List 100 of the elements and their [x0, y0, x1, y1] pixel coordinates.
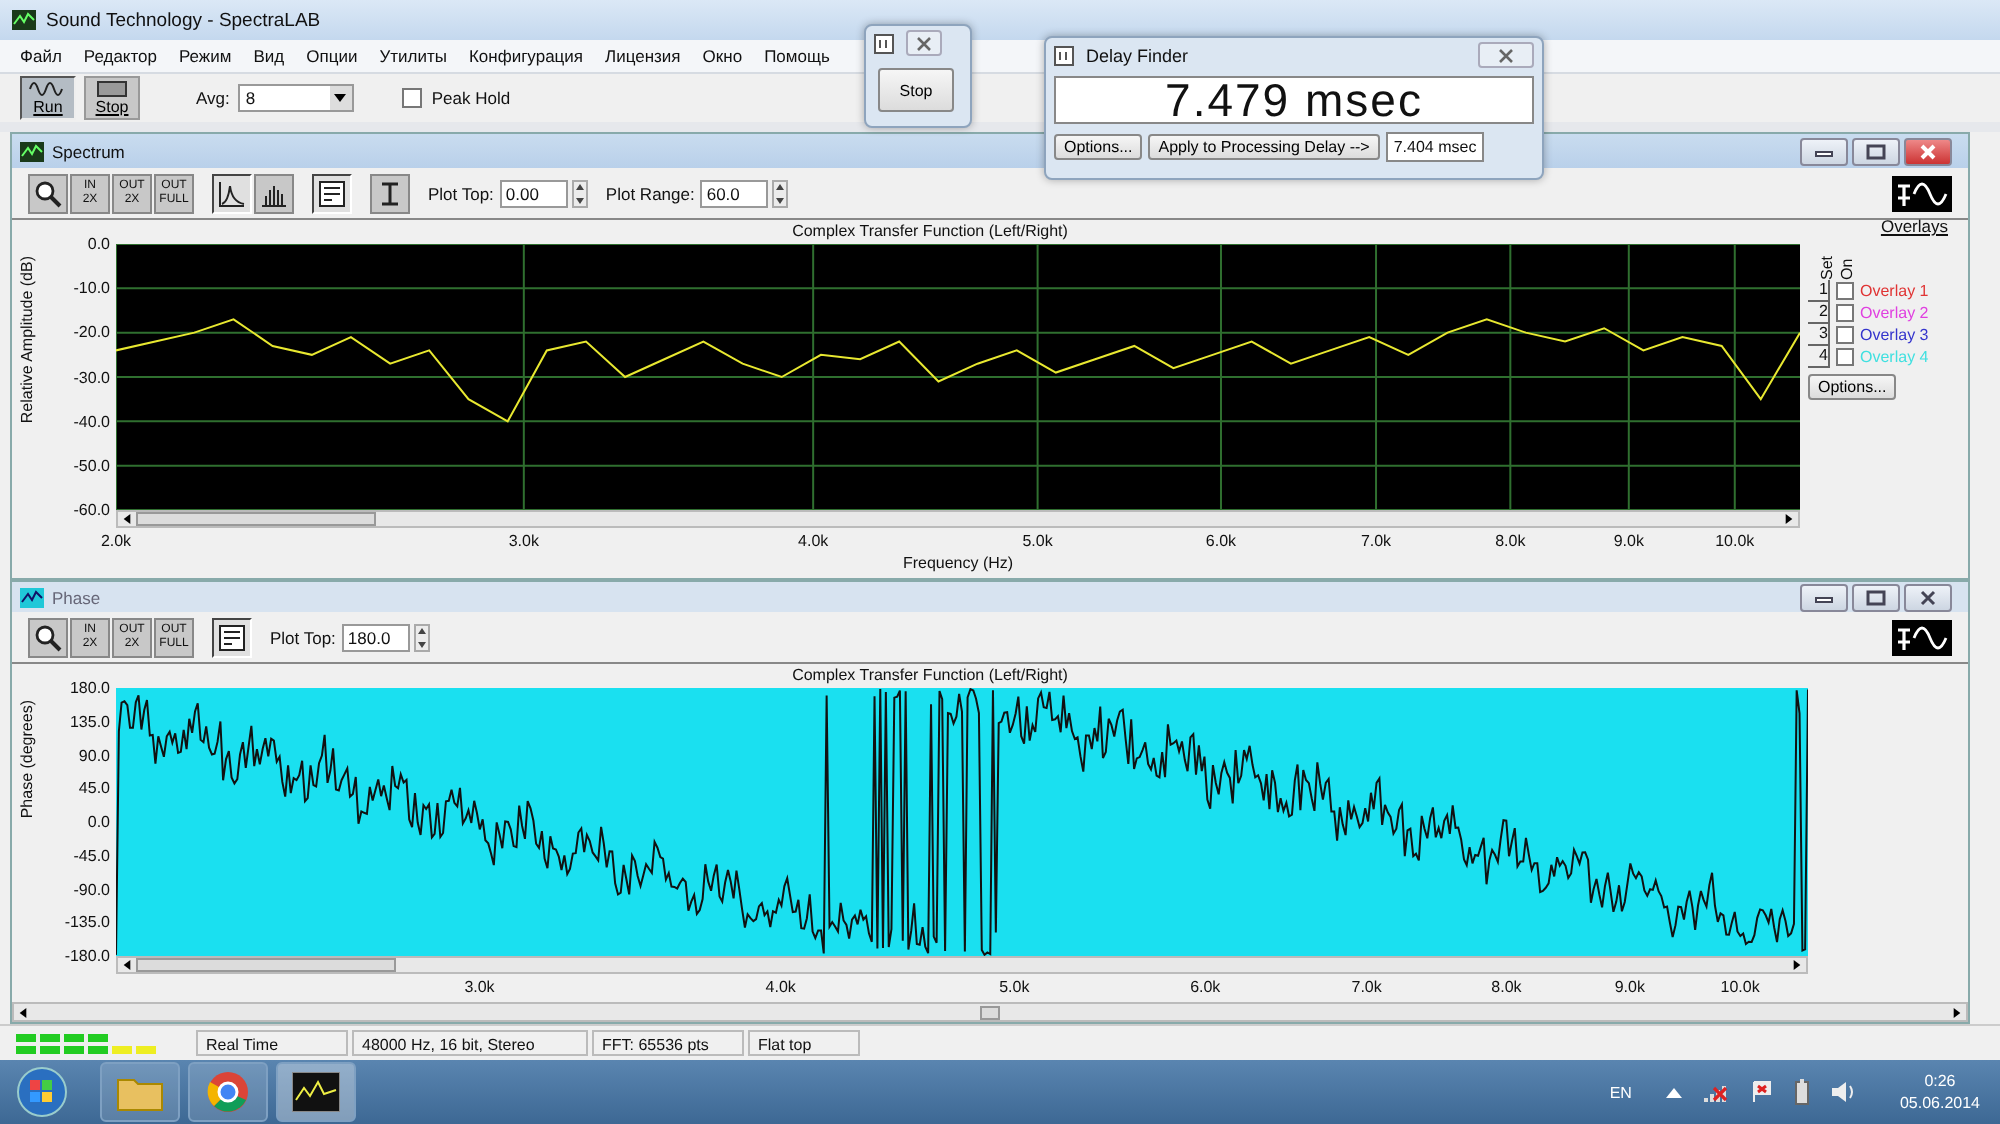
tick-label: -30.0 — [73, 368, 110, 386]
minimize-icon — [1814, 591, 1834, 603]
menu-item[interactable]: Окно — [702, 46, 743, 66]
spinner-icon[interactable] — [413, 623, 430, 651]
horizontal-scrollbar[interactable] — [12, 1002, 1968, 1022]
stop-button[interactable]: Stop — [84, 76, 140, 120]
scroll-left-icon[interactable] — [18, 1007, 28, 1017]
start-button[interactable] — [12, 1062, 72, 1122]
overlay-set-button[interactable]: 4 — [1808, 346, 1830, 368]
menu-item[interactable]: Режим — [179, 46, 232, 66]
overlay-checkbox[interactable] — [1836, 326, 1854, 344]
panel-icon[interactable] — [312, 173, 352, 213]
tick-label: 8.0k — [1495, 532, 1526, 550]
scroll-thumb[interactable] — [980, 1005, 1000, 1019]
minimize-button[interactable] — [1800, 137, 1848, 165]
close-icon[interactable] — [1478, 42, 1534, 68]
scroll-left-icon[interactable] — [122, 960, 132, 970]
status-field: 48000 Hz, 16 bit, Stereo — [352, 1030, 588, 1056]
overlay-label: Overlay 3 — [1860, 326, 1929, 344]
plot-scrollbar[interactable] — [116, 956, 1808, 974]
scroll-right-icon[interactable] — [1792, 960, 1802, 970]
line-graph-icon[interactable] — [212, 173, 252, 213]
scroll-right-icon[interactable] — [1784, 514, 1794, 524]
close-icon[interactable] — [906, 30, 942, 56]
tick-label: 6.0k — [1205, 532, 1237, 550]
delay-finder-title: Delay Finder — [1086, 45, 1189, 65]
flag-icon[interactable] — [1749, 1080, 1774, 1104]
plot-top-label: Plot Top: — [428, 183, 494, 203]
avg-dropdown[interactable]: 8 — [237, 84, 354, 112]
chevron-up-icon[interactable] — [1665, 1086, 1682, 1098]
panel-icon[interactable] — [212, 617, 252, 657]
menu-item[interactable]: Лицензия — [605, 46, 681, 66]
speaker-icon[interactable] — [1829, 1080, 1858, 1104]
plot-top-field[interactable]: 0.00 — [499, 179, 568, 207]
on-label: On — [1840, 256, 1856, 280]
status-field: Flat top — [748, 1030, 860, 1056]
maximize-button[interactable] — [1852, 137, 1900, 165]
overlay-label: Overlay 2 — [1860, 304, 1929, 322]
apply-delay-button[interactable]: Apply to Processing Delay --> — [1148, 134, 1380, 160]
magnifier-icon[interactable] — [28, 617, 68, 657]
language-indicator[interactable]: EN — [1609, 1083, 1632, 1101]
options-button[interactable]: Options... — [1054, 134, 1143, 160]
plot-top-field[interactable]: 180.0 — [341, 623, 410, 651]
scroll-thumb[interactable] — [136, 512, 376, 526]
menu-item[interactable]: Конфигурация — [468, 46, 584, 66]
tick-label: 2.0k — [100, 532, 132, 550]
processing-delay-field: 7.404 msec — [1385, 132, 1485, 162]
overlay-checkbox[interactable] — [1836, 304, 1854, 322]
phase-icon — [20, 587, 44, 607]
plot-range-field[interactable]: 60.0 — [700, 179, 769, 207]
close-icon — [1918, 143, 1938, 159]
menu-item[interactable]: Редактор — [83, 46, 157, 66]
plot-scrollbar[interactable] — [116, 510, 1800, 528]
tick-label: -135.0 — [64, 913, 110, 932]
overlay-set-button[interactable]: 1 — [1808, 280, 1830, 302]
spinner-icon[interactable] — [772, 179, 789, 207]
options-button[interactable]: Options... — [1808, 374, 1897, 400]
plot-range-label: Plot Range: — [605, 183, 695, 203]
run-button[interactable]: Run — [20, 76, 76, 120]
status-field: FFT: 65536 pts — [592, 1030, 744, 1056]
stop-button[interactable]: Stop — [878, 68, 954, 112]
scroll-right-icon[interactable] — [1952, 1007, 1962, 1017]
tick-label: 3.0k — [508, 532, 539, 550]
y-axis-label: Phase (degrees) — [17, 700, 35, 819]
overlay-set-button[interactable]: 3 — [1808, 324, 1830, 346]
tick-label: 3.0k — [464, 978, 495, 996]
overlay-checkbox[interactable] — [1836, 348, 1854, 366]
scroll-left-icon[interactable] — [122, 514, 132, 524]
avg-label: Avg: — [196, 88, 230, 108]
y-axis-label: Relative Amplitude (dB) — [17, 256, 35, 424]
sine-wave-icon[interactable] — [1892, 175, 1952, 211]
menu-item[interactable]: Файл — [20, 46, 62, 66]
taskbar-browser-icon[interactable] — [188, 1062, 268, 1122]
tick-label: -45.0 — [73, 846, 110, 865]
range-icon[interactable] — [370, 173, 410, 213]
menu-item[interactable]: Опции — [306, 46, 358, 66]
overlay-label: Overlay 4 — [1860, 348, 1929, 366]
status-field: Real Time — [196, 1030, 348, 1056]
overlay-checkbox[interactable] — [1836, 282, 1854, 300]
scroll-thumb[interactable] — [136, 958, 396, 972]
peak-hold-checkbox[interactable] — [401, 88, 422, 108]
close-button[interactable] — [1904, 137, 1952, 165]
spinner-icon[interactable] — [571, 179, 588, 207]
bar-graph-icon[interactable] — [254, 173, 294, 213]
chart-title: Complex Transfer Function (Left/Right) — [792, 220, 1068, 244]
overlay-set-button[interactable]: 2 — [1808, 302, 1830, 324]
menu-item[interactable]: Утилиты — [379, 46, 447, 66]
wave-icon — [28, 80, 68, 98]
tick-label: 45.0 — [78, 779, 110, 798]
battery-icon[interactable] — [1793, 1078, 1810, 1106]
magnifier-icon[interactable] — [28, 173, 68, 213]
taskbar-clock[interactable]: 0:26 05.06.2014 — [1899, 1070, 1980, 1114]
sine-wave-icon[interactable] — [1892, 619, 1952, 655]
tick-label: -10.0 — [73, 279, 110, 298]
spectrum-title: Spectrum — [52, 141, 125, 161]
menu-item[interactable]: Вид — [253, 46, 285, 66]
network-icon[interactable] — [1701, 1080, 1730, 1104]
tick-label: 10.0k — [1720, 978, 1760, 996]
taskbar-analyzer-icon[interactable] — [276, 1062, 356, 1122]
menu-item[interactable]: Помощь — [764, 46, 830, 66]
